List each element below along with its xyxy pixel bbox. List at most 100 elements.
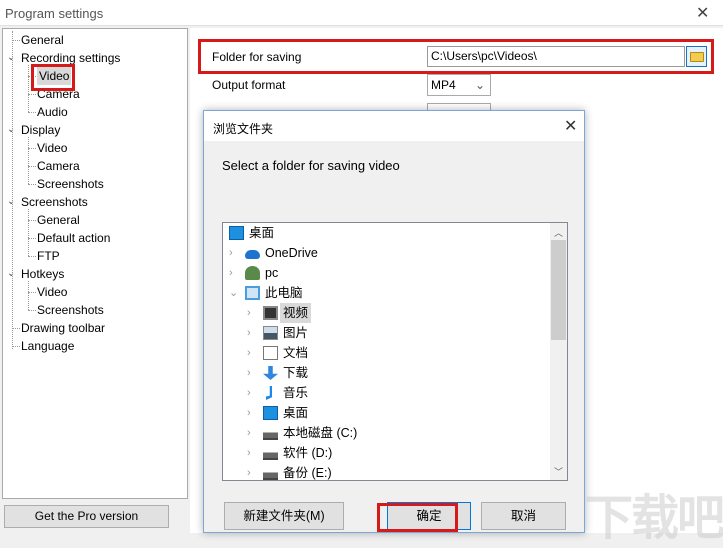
folder-item[interactable]: ⌄ 此电脑 [229,283,529,303]
folder-item[interactable]: › pc [229,263,529,283]
folder-item[interactable]: › 桌面 [247,403,547,423]
scroll-up-icon[interactable]: ︿ [554,226,563,239]
browse-folder-dialog: 浏览文件夹 ✕ Select a folder for saving video… [203,110,585,533]
folder-item[interactable]: › 视频 [247,303,547,323]
chevron-right-icon[interactable]: › [247,403,251,423]
format-select[interactable]: MP4 ⌄ [427,74,491,96]
pictures-icon [263,326,278,340]
music-icon [266,386,272,400]
folder-item[interactable]: › 音乐 [247,383,547,403]
folder-label: 下载 [283,366,309,380]
desktop-icon [263,406,278,420]
download-icon [263,366,278,380]
desktop-icon [229,226,244,240]
chevron-right-icon[interactable]: › [247,443,251,463]
tree-line [28,310,36,311]
folder-item[interactable]: › 软件 (D:) [247,443,547,463]
cloud-icon [245,250,260,259]
new-folder-button[interactable]: 新建文件夹(M) [224,502,344,530]
tree-line [28,220,36,221]
folder-item[interactable]: › OneDrive [229,243,529,263]
tree-line [12,328,20,329]
tree-item[interactable]: Screenshots [21,193,88,211]
tree-item[interactable]: Display [21,121,60,139]
tree-line [28,137,29,184]
scrollbar-thumb[interactable] [551,240,566,340]
folder-label: 桌面 [249,226,275,240]
tree-item[interactable]: Video [37,139,67,157]
highlight-box [377,503,458,532]
folder-label: 文档 [283,346,309,360]
folder-item[interactable]: › 本地磁盘 (C:) [247,423,547,443]
scroll-down-icon[interactable]: ﹀ [554,465,563,478]
chevron-down-icon: ⌄ [474,78,485,92]
close-icon[interactable]: ✕ [564,116,577,136]
chevron-right-icon[interactable]: › [247,463,251,480]
tree-item[interactable]: Drawing toolbar [21,319,105,337]
folder-item[interactable]: › 备份 (E:) [247,463,547,480]
folder-label: 图片 [283,326,309,340]
tree-line [28,292,36,293]
folder-label: 本地磁盘 (C:) [283,426,358,440]
watermark: 下载吧 [585,492,723,545]
chevron-right-icon[interactable]: › [247,363,251,383]
tree-item[interactable]: Camera [37,157,80,175]
chevron-right-icon[interactable]: › [247,423,251,443]
get-pro-button[interactable]: Get the Pro version [4,505,169,528]
tree-line [12,346,20,347]
folder-item[interactable]: › 文档 [247,343,547,363]
folder-icon [690,52,704,62]
tree-line [28,281,29,310]
folder-label: 视频 [280,303,312,323]
cancel-button[interactable]: 取消 [481,502,566,530]
folder-label: pc [265,266,279,280]
folder-input[interactable]: C:\Users\pc\Videos\ [427,46,685,67]
dialog-title-bar: 浏览文件夹 ✕ [204,111,584,141]
folder-tree[interactable]: 桌面 › OneDrive › pc ⌄ 此电脑 › 视频 › 图片 › 文档 … [222,222,568,481]
video-folder-icon [263,306,278,320]
chevron-right-icon[interactable]: › [247,323,251,343]
folder-label: 桌面 [283,406,309,420]
tree-item[interactable]: Default action [37,229,110,247]
system-drive-icon [263,426,278,440]
tree-item[interactable]: Screenshots [37,301,104,319]
folder-label: 音乐 [283,386,309,400]
tree-item[interactable]: Language [21,337,74,355]
chevron-right-icon[interactable]: › [229,263,233,283]
format-value: MP4 [431,78,456,92]
folder-item[interactable]: › 图片 [247,323,547,343]
tree-item[interactable]: Audio [37,103,68,121]
tree-line [28,94,36,95]
tree-line [28,65,29,112]
tree-line [28,166,36,167]
settings-tree: General ⌄ Recording settings Video Camera Aud… [2,28,188,499]
tree-line [28,238,36,239]
tree-item[interactable]: General [37,211,80,229]
tree-line [28,112,36,113]
tree-line [28,184,36,185]
chevron-right-icon[interactable]: › [247,303,251,323]
folder-label: 备份 (E:) [283,466,332,480]
folder-item[interactable]: › 下载 [247,363,547,383]
format-label: Output format [212,78,286,92]
tree-line [12,31,13,349]
highlight-box [31,64,75,91]
chevron-right-icon[interactable]: › [229,243,233,263]
folder-label: 软件 (D:) [283,446,333,460]
tree-line [28,148,36,149]
tree-item[interactable]: Video [37,283,67,301]
scrollbar[interactable]: ︿ ﹀ [550,223,567,480]
dialog-title: 浏览文件夹 [213,122,274,136]
tree-item[interactable]: General [21,31,64,49]
window-title: Program settings [5,6,104,21]
tree-item[interactable]: Screenshots [37,175,104,193]
chevron-down-icon[interactable]: ⌄ [229,283,238,303]
user-icon [245,266,260,280]
folder-item[interactable]: 桌面 [229,223,529,243]
browse-folder-button[interactable] [686,46,707,67]
chevron-right-icon[interactable]: › [247,343,251,363]
tree-item[interactable]: FTP [37,247,60,265]
tree-line [28,256,36,257]
close-icon[interactable]: ✕ [696,3,709,23]
chevron-right-icon[interactable]: › [247,383,251,403]
